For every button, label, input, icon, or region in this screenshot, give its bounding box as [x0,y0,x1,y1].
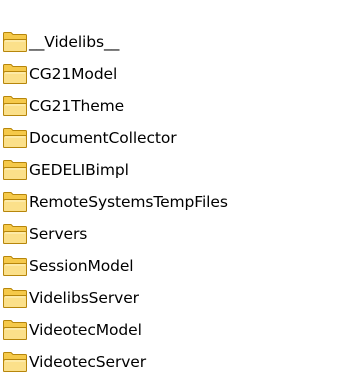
folder-icon [2,287,28,309]
folder-item-videlibsserver[interactable]: VidelibsServer [2,282,228,314]
folder-icon [2,127,28,149]
folder-item-sessionmodel[interactable]: SessionModel [2,250,228,282]
folder-label: VidelibsServer [29,289,139,307]
folder-icon [2,191,28,213]
folder-label: Servers [29,225,88,243]
folder-label: VideotecModel [29,321,142,339]
folder-icon [2,319,28,341]
folder-list: __Videlibs__ CG21Model CG21Theme Documen… [2,26,228,378]
folder-label: CG21Model [29,65,118,83]
folder-item-remotesystemstempfiles[interactable]: RemoteSystemsTempFiles [2,186,228,218]
folder-item-cg21theme[interactable]: CG21Theme [2,90,228,122]
folder-label: GEDELIBimpl [29,161,129,179]
folder-label: __Videlibs__ [29,33,120,51]
folder-label: CG21Theme [29,97,125,115]
folder-icon [2,351,28,373]
folder-item-cg21model[interactable]: CG21Model [2,58,228,90]
folder-icon [2,223,28,245]
folder-icon [2,159,28,181]
folder-icon [2,63,28,85]
folder-item-videotecmodel[interactable]: VideotecModel [2,314,228,346]
folder-label: SessionModel [29,257,134,275]
folder-item-videotecserver[interactable]: VideotecServer [2,346,228,378]
folder-icon [2,255,28,277]
folder-label: VideotecServer [29,353,146,371]
folder-item-videlibs[interactable]: __Videlibs__ [2,26,228,58]
folder-label: DocumentCollector [29,129,177,147]
folder-icon [2,31,28,53]
folder-label: RemoteSystemsTempFiles [29,193,228,211]
folder-item-servers[interactable]: Servers [2,218,228,250]
folder-icon [2,95,28,117]
folder-item-documentcollector[interactable]: DocumentCollector [2,122,228,154]
folder-item-gedelibimpl[interactable]: GEDELIBimpl [2,154,228,186]
